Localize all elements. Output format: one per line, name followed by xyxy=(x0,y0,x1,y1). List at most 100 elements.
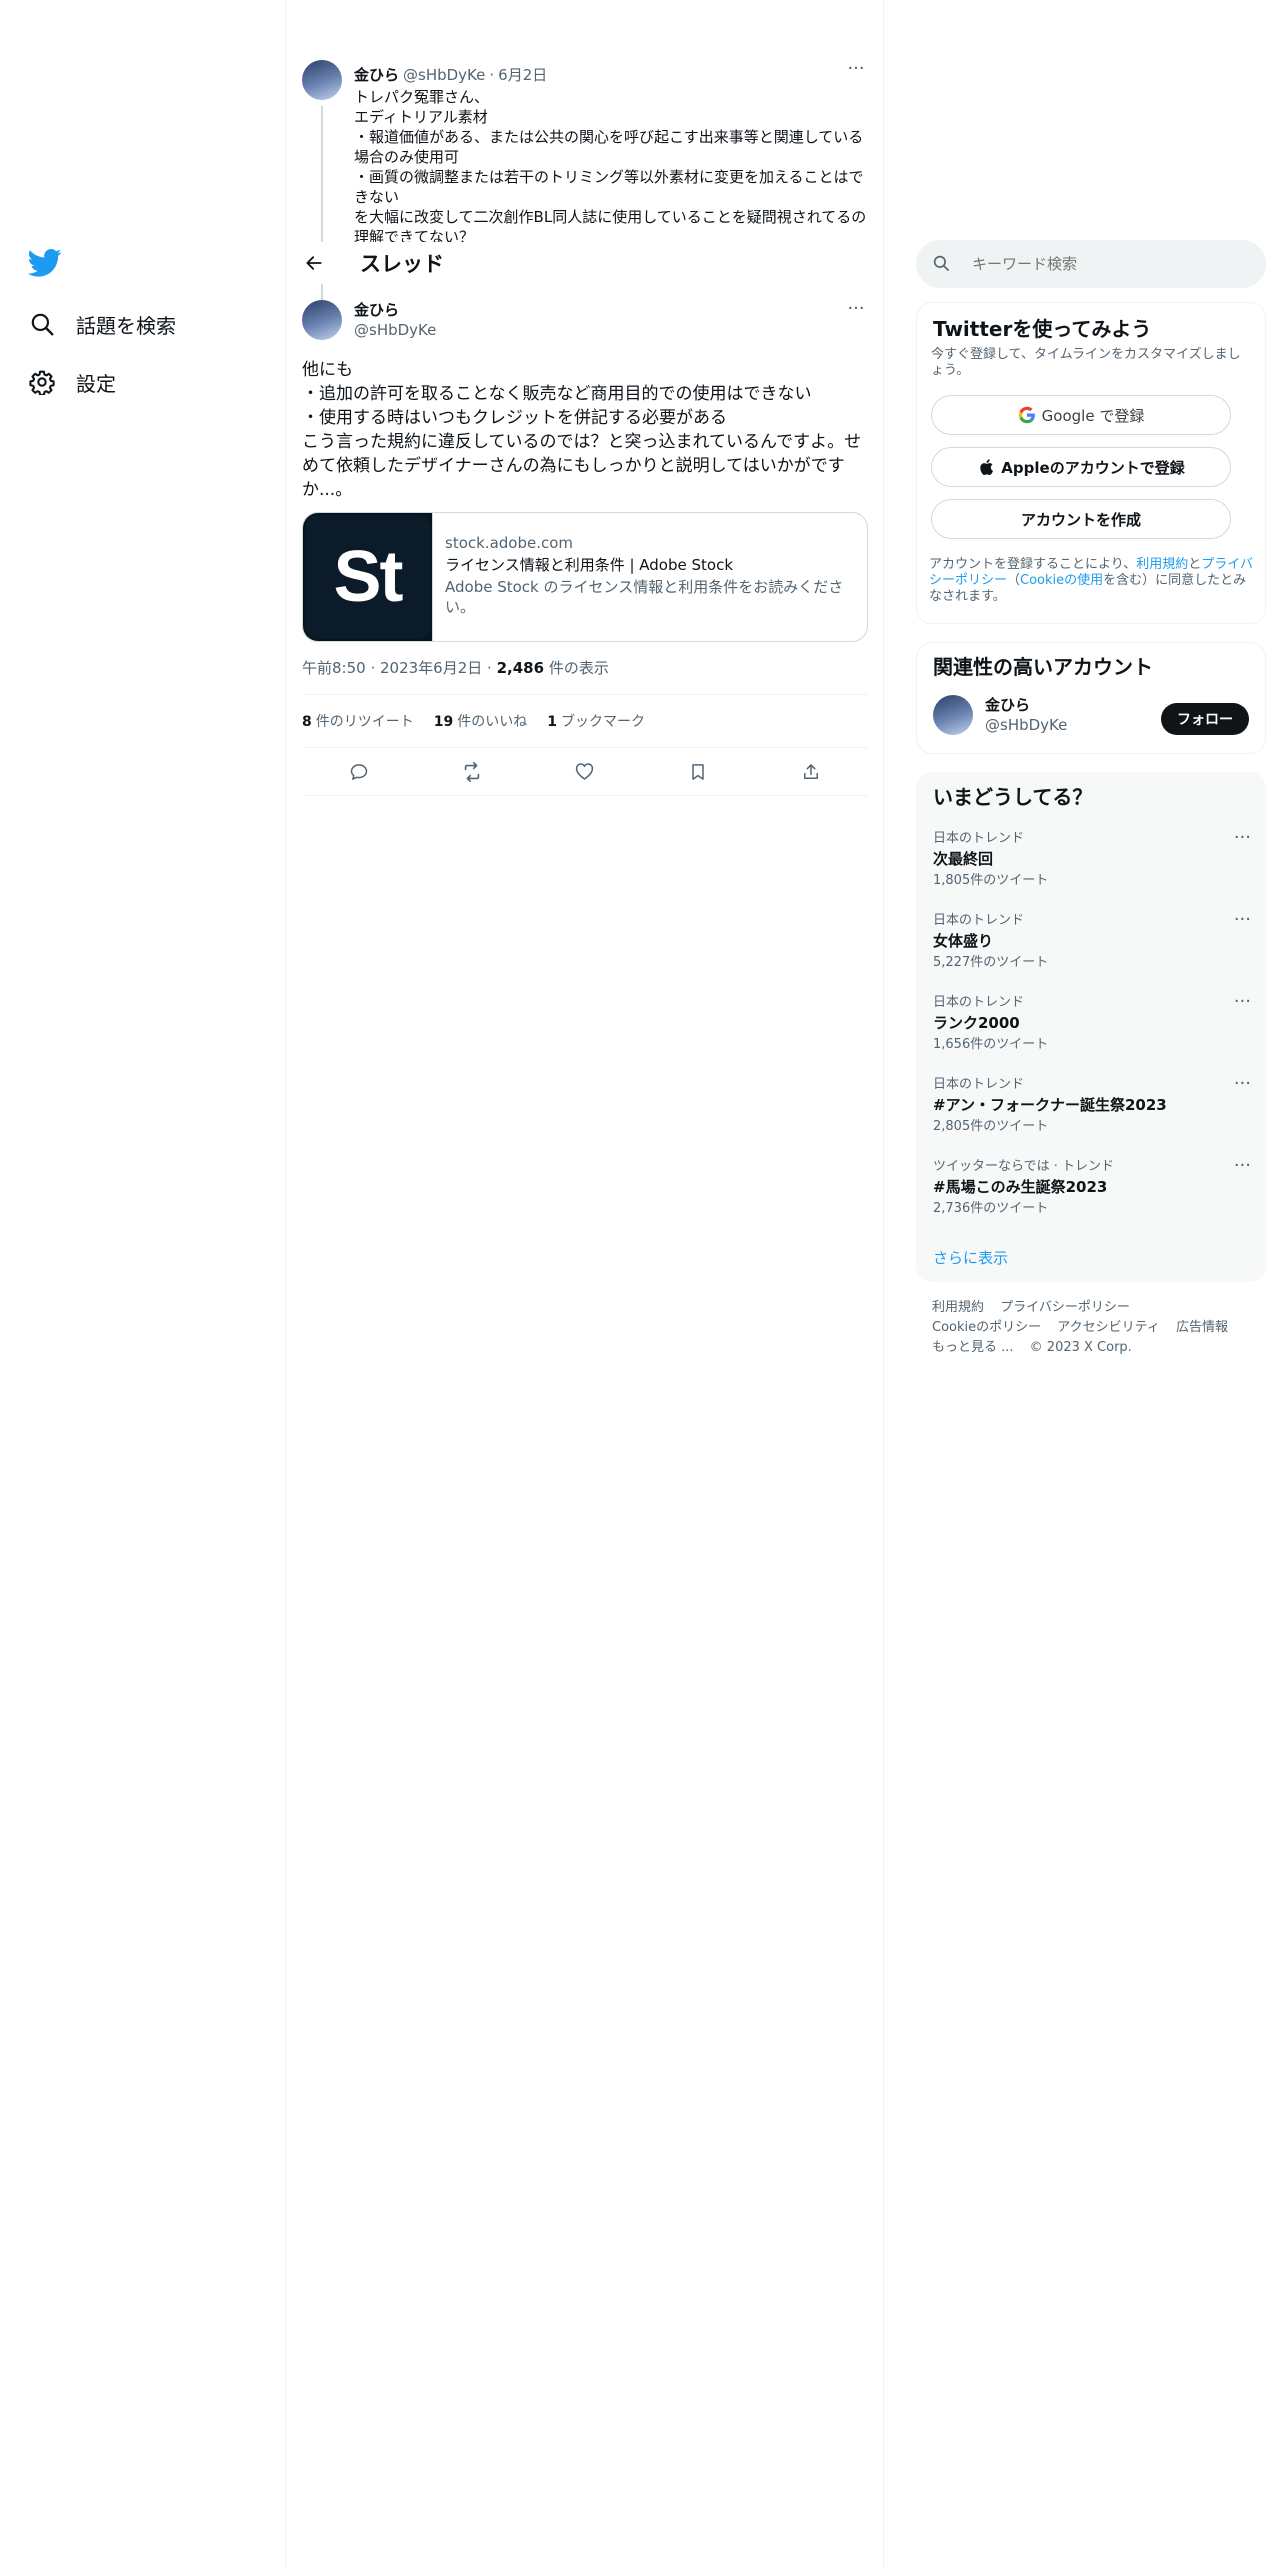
signup-panel: Twitterを使ってみよう 今すぐ登録して、タイムラインをカスタマイズしましょ… xyxy=(916,302,1266,624)
legal-text: アカウントを登録することにより、 xyxy=(929,557,1137,572)
trend-count: 1,805件のツイート xyxy=(933,873,1049,888)
footer-link-terms[interactable]: 利用規約 xyxy=(932,1300,984,1315)
apple-signup-button[interactable]: Appleのアカウントで登録 xyxy=(931,447,1231,487)
bookmark-icon[interactable] xyxy=(680,754,716,790)
trend-name: 女体盛り xyxy=(933,932,994,950)
signup-subtitle: 今すぐ登録して、タイムラインをカスタマイズしましょう。 xyxy=(931,347,1241,378)
apple-signup-label: Appleのアカウントで登録 xyxy=(1001,458,1185,477)
related-account[interactable]: 金ひら @sHbDyKe フォロー xyxy=(917,691,1265,739)
more-options-icon[interactable]: ··· xyxy=(1234,1157,1251,1175)
trend-item[interactable]: 日本のトレンド ランク2000 1,656件のツイート ··· xyxy=(917,985,1265,1067)
card-domain: stock.adobe.com xyxy=(445,534,574,552)
tweet-actions xyxy=(302,748,868,796)
trend-context: ツイッターならでは · トレンド xyxy=(933,1159,1115,1174)
author-handle[interactable]: @sHbDyKe xyxy=(403,66,485,84)
more-options-icon[interactable]: ··· xyxy=(1234,1075,1251,1093)
trend-item[interactable]: 日本のトレンド #アン・フォークナー誕生祭2023 2,805件のツイート ··… xyxy=(917,1067,1265,1149)
card-description: Adobe Stock のライセンス情報と利用条件をお読みください。 xyxy=(445,578,844,616)
tweet-line: ・追加の許可を取ることなく販売など商用目的での使用はできない xyxy=(302,384,812,404)
trend-item[interactable]: 日本のトレンド 次最終回 1,805件のツイート ··· xyxy=(917,821,1265,903)
view-count: 2,486 xyxy=(496,659,545,677)
tweet-line: 他にも xyxy=(302,360,353,380)
trend-context: 日本のトレンド xyxy=(933,831,1025,846)
like-stat[interactable]: 19 件のいいね xyxy=(434,711,527,731)
tweet-time[interactable]: 午前8:50 xyxy=(302,659,366,677)
create-account-button[interactable]: アカウントを作成 xyxy=(931,499,1231,539)
reply-icon[interactable] xyxy=(341,754,377,790)
trend-item[interactable]: 日本のトレンド 女体盛り 5,227件のツイート ··· xyxy=(917,903,1265,985)
terms-link[interactable]: 利用規約 xyxy=(1136,557,1188,572)
thread-line xyxy=(321,284,323,300)
search-input[interactable] xyxy=(972,255,1242,273)
trend-name: #アン・フォークナー誕生祭2023 xyxy=(933,1096,1167,1114)
legal-text: と xyxy=(1188,557,1202,572)
tweet-stats: 8 件のリツイート 19 件のいいね 1 ブックマーク xyxy=(302,695,868,748)
main-column: 金ひら @sHbDyKe · 6月2日 トレパク冤罪さん、 エディトリアル素材 … xyxy=(286,0,884,2568)
nav-item-explore[interactable]: 話題を検索 xyxy=(28,304,176,344)
tweet-line: エディトリアル素材 xyxy=(354,108,488,126)
related-accounts-panel: 関連性の高いアカウント 金ひら @sHbDyKe フォロー xyxy=(916,642,1266,754)
more-options-icon[interactable]: ··· xyxy=(1234,911,1251,929)
trend-context: 日本のトレンド xyxy=(933,1077,1025,1092)
cookie-link[interactable]: Cookieの使用 xyxy=(1020,573,1103,588)
apple-icon xyxy=(977,458,995,476)
footer: 利用規約 プライバシーポリシー Cookieのポリシー アクセシビリティ 広告情… xyxy=(932,1298,1252,1358)
copyright: © 2023 X Corp. xyxy=(1029,1340,1132,1355)
nav-item-settings[interactable]: 設定 xyxy=(28,362,116,402)
search-bar[interactable] xyxy=(916,240,1266,288)
author-name[interactable]: 金ひら xyxy=(354,300,436,320)
tweet-line: を大幅に改変して二次創作BL同人誌に使用していることを疑問視されてるの理解できて… xyxy=(354,208,867,242)
footer-link-ads[interactable]: 広告情報 xyxy=(1176,1320,1228,1335)
card-title: ライセンス情報と利用条件 | Adobe Stock xyxy=(445,556,734,574)
search-icon xyxy=(28,310,56,338)
retweet-icon[interactable] xyxy=(454,754,490,790)
follow-button[interactable]: フォロー xyxy=(1161,703,1249,735)
tweet-line: ・報道価値がある、または公共の関心を呼び起こす出来事等と関連している場合のみ使用… xyxy=(354,128,864,166)
trend-context: 日本のトレンド xyxy=(933,913,1025,928)
footer-link-accessibility[interactable]: アクセシビリティ xyxy=(1057,1320,1160,1335)
trend-item[interactable]: ツイッターならでは · トレンド #馬場このみ生誕祭2023 2,736件のツイ… xyxy=(917,1149,1265,1231)
avatar[interactable] xyxy=(933,695,973,735)
more-options-icon[interactable]: ··· xyxy=(844,60,868,82)
more-options-icon[interactable]: ··· xyxy=(844,300,868,322)
avatar[interactable] xyxy=(302,60,342,100)
avatar[interactable] xyxy=(302,300,342,340)
gear-icon xyxy=(28,368,56,396)
tweet-meta: 午前8:50 · 2023年6月2日 · 2,486 件の表示 xyxy=(302,658,868,695)
twitter-bird-icon[interactable] xyxy=(27,248,62,278)
google-signup-button[interactable]: Google で登録 xyxy=(931,395,1231,435)
nav-label: 設定 xyxy=(76,371,116,396)
like-icon[interactable] xyxy=(567,754,603,790)
author-name[interactable]: 金ひら xyxy=(354,64,399,85)
google-signup-label: Google で登録 xyxy=(1041,406,1145,425)
bookmark-count: 1 xyxy=(547,714,557,730)
link-card[interactable]: St stock.adobe.com ライセンス情報と利用条件 | Adobe … xyxy=(302,512,868,642)
share-icon[interactable] xyxy=(793,754,829,790)
footer-link-cookie[interactable]: Cookieのポリシー xyxy=(932,1320,1041,1335)
retweet-stat[interactable]: 8 件のリツイート xyxy=(302,711,414,731)
tweet-date[interactable]: 6月2日 xyxy=(498,64,547,85)
left-nav: 話題を検索 設定 xyxy=(0,0,286,2568)
tweet-line: ・画質の微調整または若干のトリミング等以外素材に変更を加えることはできない xyxy=(354,168,864,206)
tweet-full-date[interactable]: 2023年6月2日 xyxy=(380,659,482,677)
tweet-text: 他にも ・追加の許可を取ることなく販売など商用目的での使用はできない ・使用する… xyxy=(302,358,868,502)
more-options-icon[interactable]: ··· xyxy=(1234,829,1251,847)
bookmark-stat[interactable]: 1 ブックマーク xyxy=(547,711,645,731)
trend-context: 日本のトレンド xyxy=(933,995,1025,1010)
thread-header: スレッド xyxy=(286,242,883,284)
more-options-icon[interactable]: ··· xyxy=(1234,993,1251,1011)
author-handle[interactable]: @sHbDyKe xyxy=(354,320,436,340)
tweet-line: ・使用する時はいつもクレジットを併記する必要がある xyxy=(302,408,727,428)
account-handle: @sHbDyKe xyxy=(985,716,1068,734)
parent-tweet[interactable]: 金ひら @sHbDyKe · 6月2日 トレパク冤罪さん、 エディトリアル素材 … xyxy=(302,60,868,242)
footer-link-more[interactable]: もっと見る ... xyxy=(932,1340,1014,1355)
show-more-link[interactable]: さらに表示 xyxy=(917,1231,1265,1284)
footer-link-privacy[interactable]: プライバシーポリシー xyxy=(1000,1300,1130,1315)
create-account-label: アカウントを作成 xyxy=(1020,510,1141,529)
back-arrow-icon[interactable] xyxy=(302,251,326,275)
signup-legal-text: アカウントを登録することにより、利用規約とプライバシーポリシー（Cookieの使… xyxy=(929,557,1253,605)
retweet-count: 8 xyxy=(302,714,312,730)
adobe-stock-logo: St xyxy=(304,515,431,639)
bookmark-label: ブックマーク xyxy=(560,714,645,730)
related-title: 関連性の高いアカウント xyxy=(933,655,1153,679)
